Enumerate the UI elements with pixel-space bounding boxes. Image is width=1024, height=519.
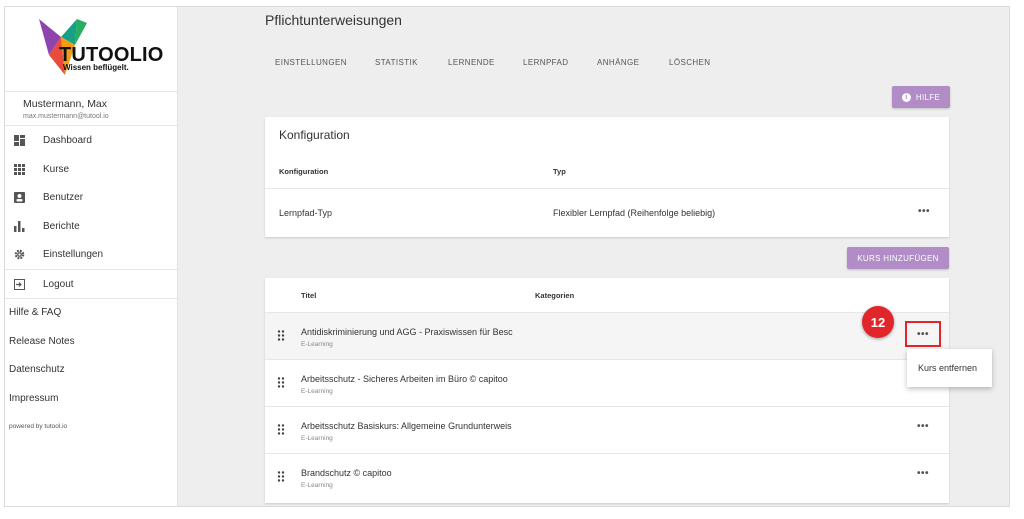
column-header-titel: Titel bbox=[301, 291, 317, 300]
dashboard-icon bbox=[13, 134, 25, 146]
link-datenschutz[interactable]: Datenschutz bbox=[9, 364, 65, 375]
menu-item-kurs-entfernen[interactable]: Kurs entfernen bbox=[918, 363, 977, 373]
divider bbox=[265, 188, 949, 189]
sidebar-item-kurse[interactable]: Kurse bbox=[5, 155, 178, 183]
link-release-notes[interactable]: Release Notes bbox=[9, 336, 75, 347]
courses-card: Titel Kategorien Antidiskriminierung und… bbox=[265, 278, 949, 503]
step-marker: 12 bbox=[862, 306, 894, 338]
user-email: max.mustermann@tutool.io bbox=[23, 113, 109, 120]
add-course-button[interactable]: KURS HINZUFÜGEN bbox=[847, 247, 949, 269]
user-icon bbox=[13, 191, 25, 203]
logout-icon bbox=[13, 278, 25, 290]
more-actions-label: ••• bbox=[916, 328, 929, 340]
more-actions-icon[interactable]: ••• bbox=[917, 468, 929, 479]
link-impressum[interactable]: Impressum bbox=[9, 393, 58, 404]
sidebar-item-label: Kurse bbox=[43, 163, 70, 175]
course-category: E-Learning bbox=[301, 388, 333, 395]
sidebar-item-berichte[interactable]: Berichte bbox=[5, 212, 178, 240]
brand-slogan: Wissen beflügelt. bbox=[63, 63, 129, 72]
app-window: TUTOOLIO Wissen beflügelt. Mustermann, M… bbox=[4, 6, 1010, 507]
sidebar-item-label: Dashboard bbox=[43, 134, 92, 146]
more-actions-icon[interactable]: ••• bbox=[905, 321, 941, 347]
config-type: Flexibler Lernpfad (Reihenfolge beliebig… bbox=[553, 208, 716, 218]
link-help-faq[interactable]: Hilfe & FAQ bbox=[9, 307, 61, 318]
config-name: Lernpfad-Typ bbox=[279, 208, 333, 218]
sidebar-item-dashboard[interactable]: Dashboard bbox=[5, 126, 178, 154]
sidebar-item-label: Benutzer bbox=[43, 191, 84, 203]
course-title: Brandschutz © capitoo bbox=[301, 468, 392, 478]
info-icon: i bbox=[901, 92, 911, 102]
tab-anhaenge[interactable]: ANHÄNGE bbox=[597, 58, 639, 67]
table-row[interactable]: Arbeitsschutz - Sicheres Arbeiten im Bür… bbox=[265, 359, 949, 406]
column-header-kategorien: Kategorien bbox=[535, 291, 575, 300]
grid-icon bbox=[13, 163, 25, 175]
drag-handle-icon[interactable] bbox=[277, 330, 285, 341]
course-title: Arbeitsschutz Basiskurs: Allgemeine Grun… bbox=[301, 421, 512, 431]
config-card: Konfiguration Konfiguration Typ Lernpfad… bbox=[265, 117, 949, 237]
tab-lernpfad[interactable]: LERNPFAD bbox=[523, 58, 568, 67]
help-button[interactable]: i HILFE bbox=[892, 86, 950, 108]
course-title: Arbeitsschutz - Sicheres Arbeiten im Bür… bbox=[301, 374, 508, 384]
course-title: Antidiskriminierung und AGG - Praxiswiss… bbox=[301, 327, 513, 337]
tab-lernende[interactable]: LERNENDE bbox=[448, 58, 495, 67]
user-info[interactable]: Mustermann, Max max.mustermann@tutool.io bbox=[5, 91, 178, 126]
sidebar-item-label: Berichte bbox=[43, 220, 80, 232]
column-header-typ: Typ bbox=[553, 167, 566, 176]
course-category: E-Learning bbox=[301, 482, 333, 489]
sidebar-item-label: Logout bbox=[43, 278, 74, 290]
more-actions-icon[interactable]: ••• bbox=[917, 421, 929, 432]
more-actions-icon[interactable]: ••• bbox=[918, 206, 930, 217]
drag-handle-icon[interactable] bbox=[277, 424, 285, 435]
gear-icon bbox=[13, 248, 25, 260]
config-title: Konfiguration bbox=[279, 128, 350, 142]
help-button-label: HILFE bbox=[915, 92, 941, 102]
drag-handle-icon[interactable] bbox=[277, 471, 285, 482]
table-row[interactable]: Arbeitsschutz Basiskurs: Allgemeine Grun… bbox=[265, 406, 949, 453]
divider bbox=[5, 298, 178, 299]
tab-einstellungen[interactable]: EINSTELLUNGEN bbox=[275, 58, 347, 67]
table-row[interactable]: Antidiskriminierung und AGG - Praxiswiss… bbox=[265, 312, 949, 359]
column-header-konfiguration: Konfiguration bbox=[279, 167, 329, 176]
sidebar-item-benutzer[interactable]: Benutzer bbox=[5, 183, 178, 211]
add-course-button-label: KURS HINZUFÜGEN bbox=[857, 253, 939, 263]
course-category: E-Learning bbox=[301, 435, 333, 442]
drag-handle-icon[interactable] bbox=[277, 377, 285, 388]
page-title: Pflichtunterweisungen bbox=[265, 12, 402, 28]
table-row[interactable]: Brandschutz © capitoo E-Learning ••• bbox=[265, 453, 949, 500]
course-category: E-Learning bbox=[301, 341, 333, 348]
user-name: Mustermann, Max bbox=[23, 98, 108, 110]
sidebar-item-einstellungen[interactable]: Einstellungen bbox=[5, 240, 178, 268]
tab-statistik[interactable]: STATISTIK bbox=[375, 58, 418, 67]
bar-chart-icon bbox=[13, 220, 25, 232]
powered-by[interactable]: powered by tutool.io bbox=[9, 423, 67, 430]
context-menu: Kurs entfernen bbox=[907, 349, 992, 387]
tab-loeschen[interactable]: LÖSCHEN bbox=[669, 58, 710, 67]
sidebar: TUTOOLIO Wissen beflügelt. Mustermann, M… bbox=[5, 7, 178, 506]
sidebar-item-label: Einstellungen bbox=[43, 248, 104, 260]
sidebar-item-logout[interactable]: Logout bbox=[5, 270, 178, 298]
